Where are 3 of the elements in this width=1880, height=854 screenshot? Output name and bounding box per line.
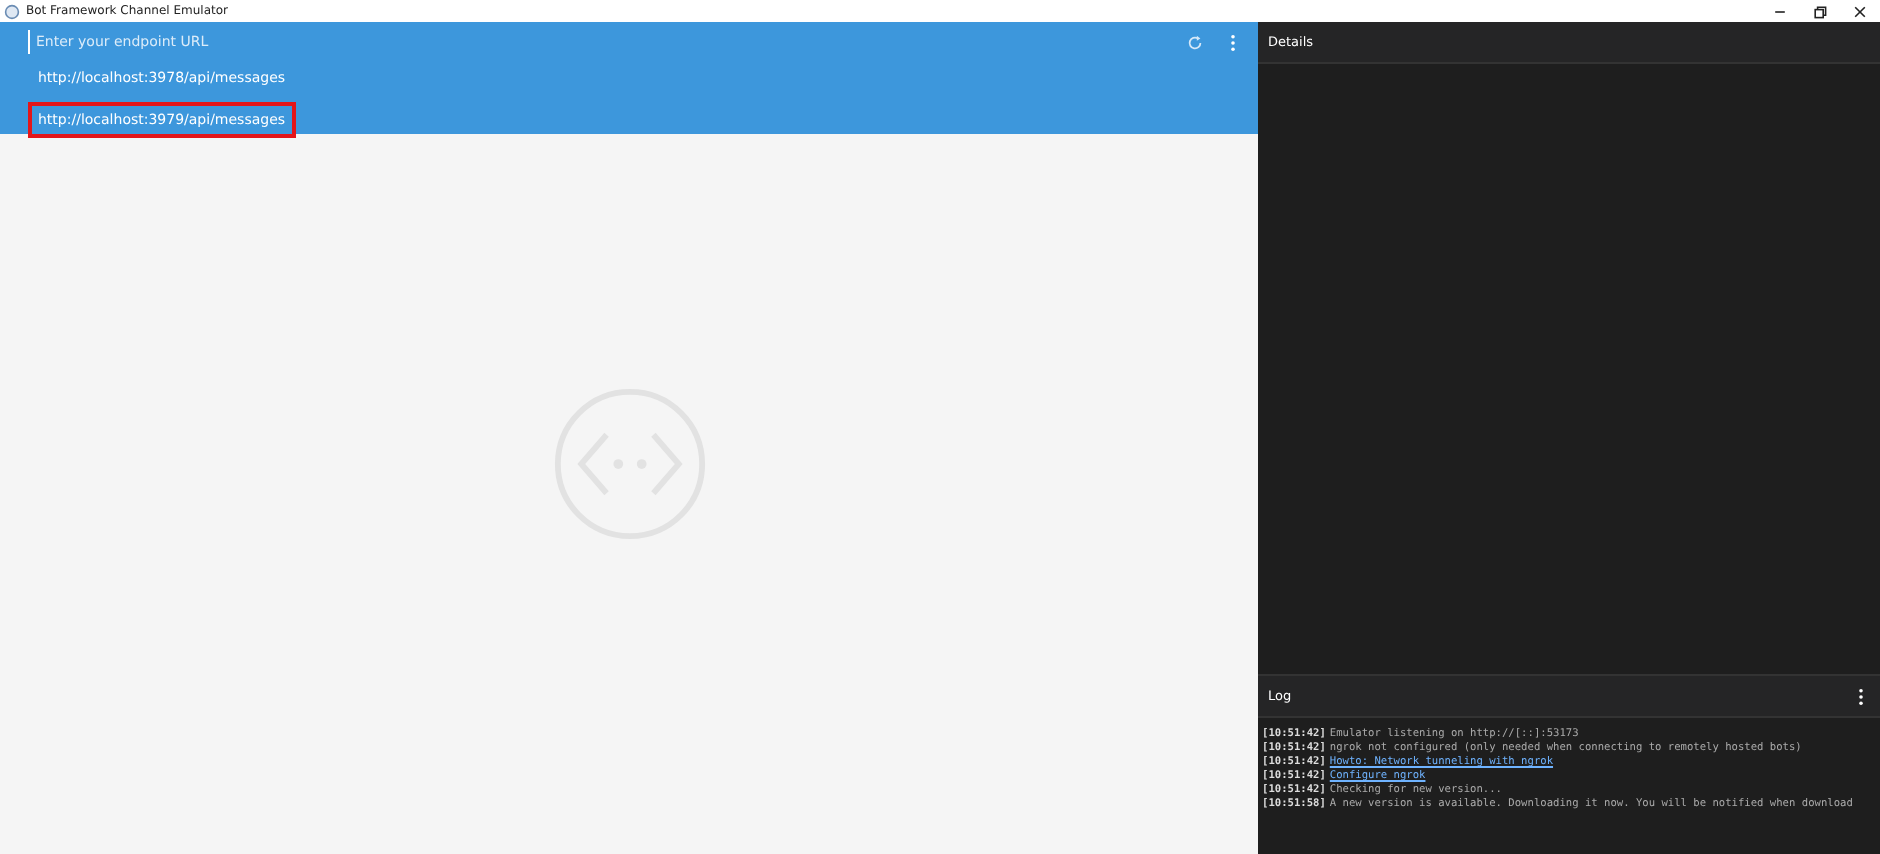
refresh-icon[interactable] [1186,33,1204,51]
close-icon[interactable] [1852,3,1868,19]
restore-icon[interactable] [1812,3,1828,19]
